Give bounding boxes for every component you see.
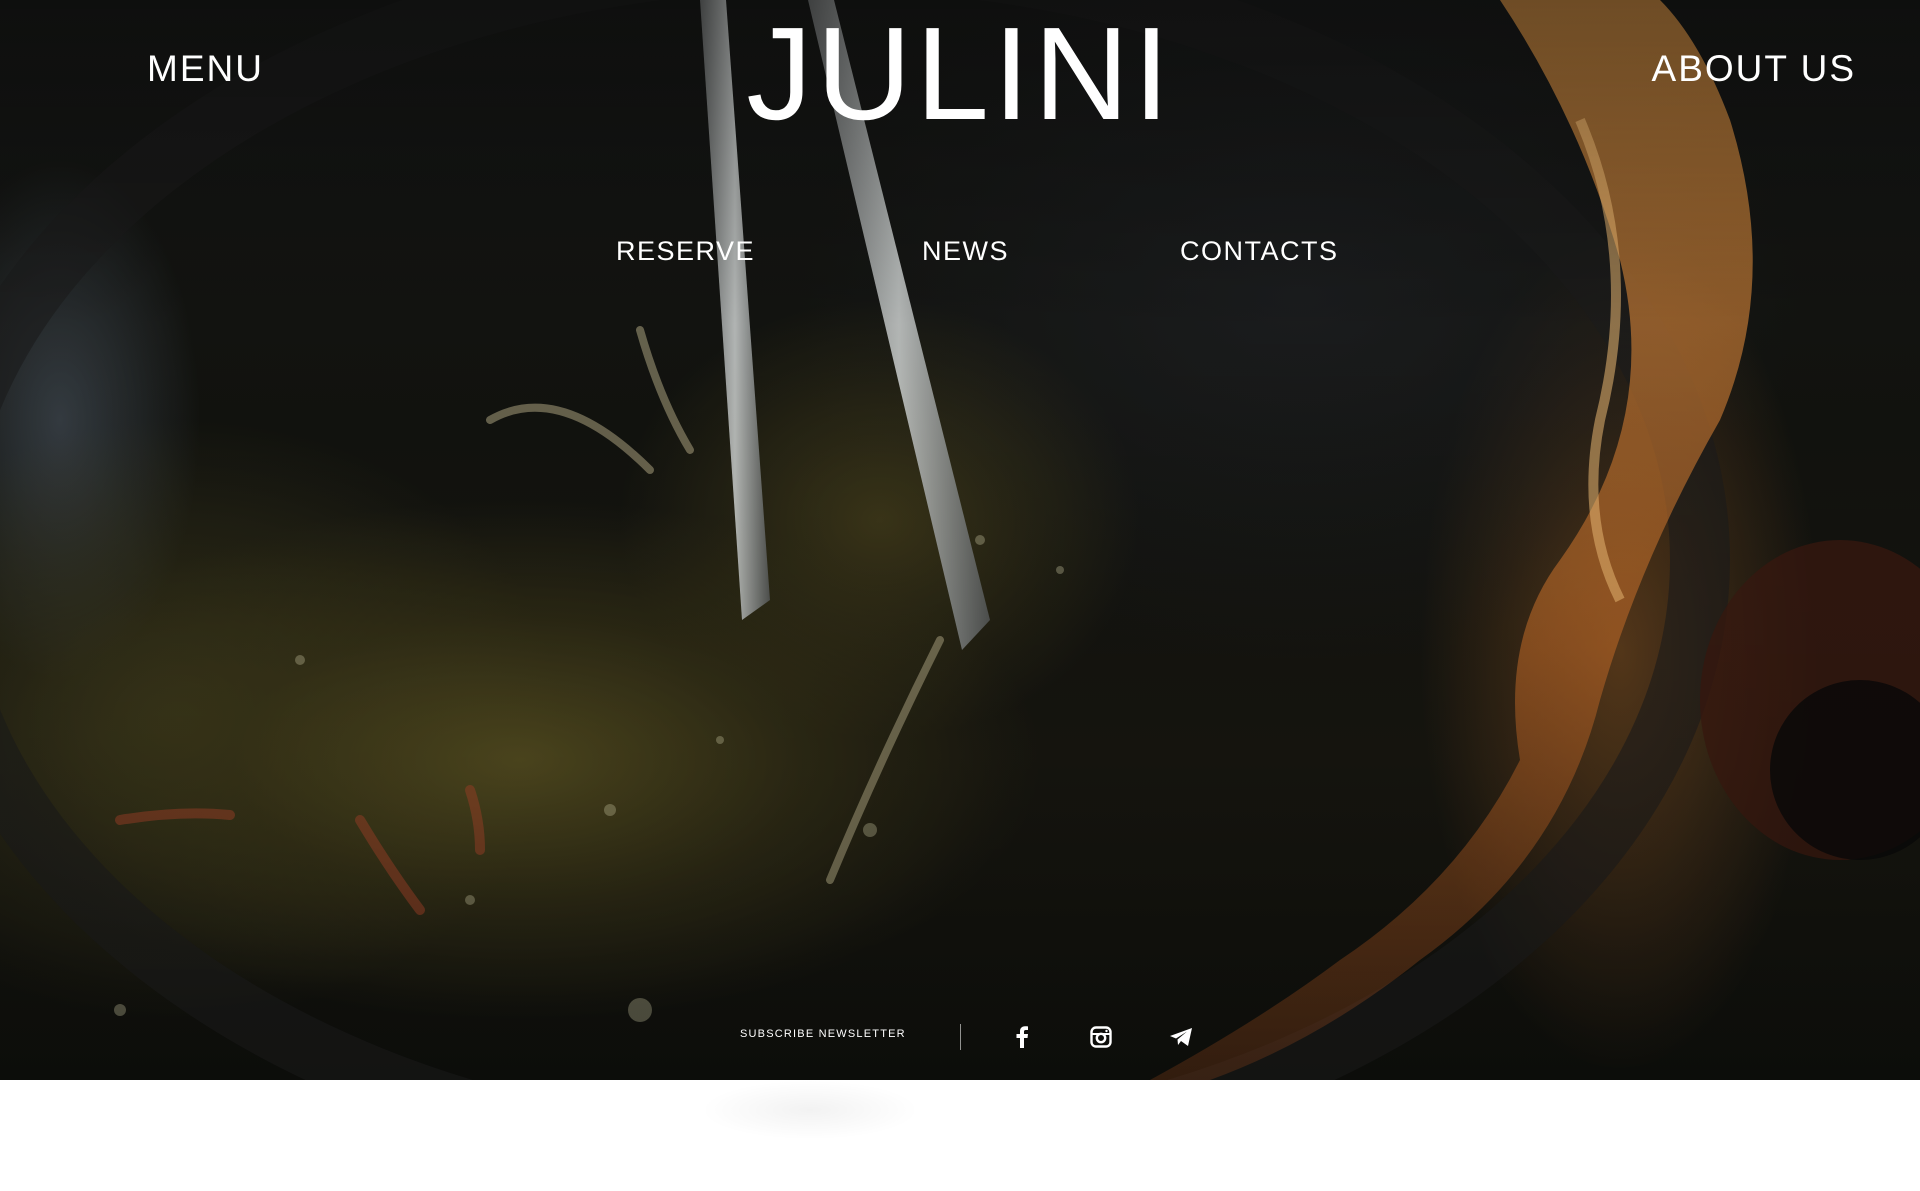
subnav-news-link[interactable]: NEWS [922, 236, 1009, 267]
hero-overlay [0, 0, 1920, 1080]
subscribe-newsletter-link[interactable]: SUBSCRIBE NEWSLETTER [740, 1028, 906, 1040]
subnav-reserve-link[interactable]: RESERVE [616, 236, 755, 267]
footer-divider [960, 1024, 961, 1050]
instagram-icon[interactable] [1086, 1022, 1116, 1052]
site-logo[interactable]: JULINI [0, 8, 1920, 140]
decorative-shadow [700, 1080, 920, 1140]
page-below-hero [0, 1080, 1920, 1191]
hero-section: MENU JULINI ABOUT US RESERVE NEWS CONTAC… [0, 0, 1920, 1080]
about-us-link[interactable]: ABOUT US [1652, 48, 1856, 90]
facebook-icon[interactable] [1007, 1022, 1037, 1052]
hero-footer-bar: SUBSCRIBE NEWSLETTER [0, 1018, 1920, 1054]
subnav-contacts-link[interactable]: CONTACTS [1180, 236, 1339, 267]
telegram-icon[interactable] [1166, 1022, 1196, 1052]
